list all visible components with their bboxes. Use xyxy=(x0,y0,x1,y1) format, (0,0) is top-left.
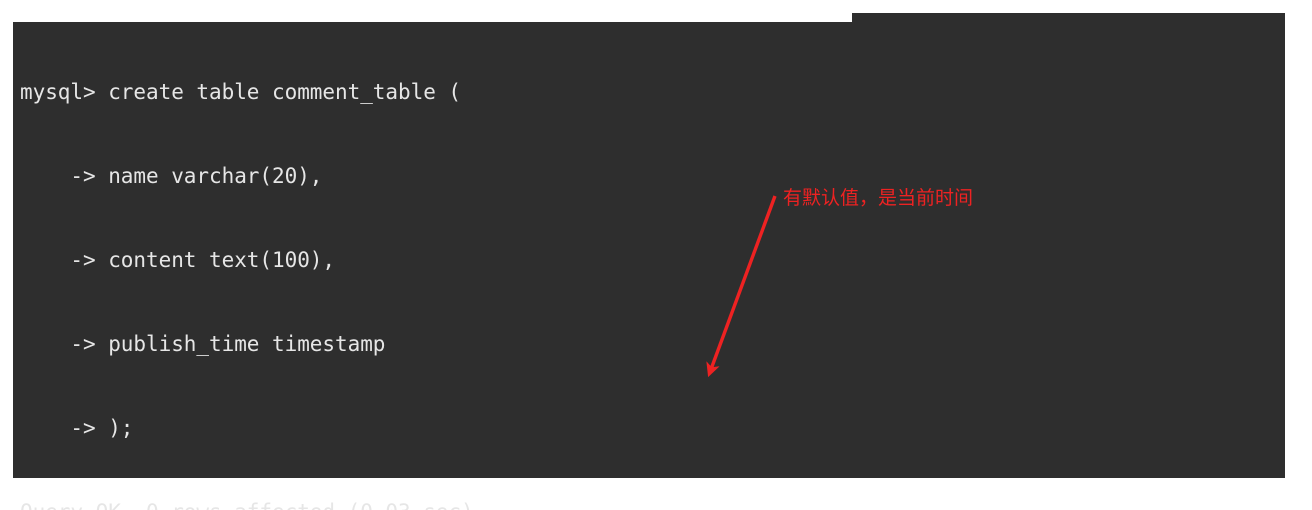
terminal-line: -> content text(100), xyxy=(20,248,336,272)
terminal-line: -> ); xyxy=(20,416,134,440)
terminal-line: -> name varchar(20), xyxy=(20,164,323,188)
terminal-output[interactable]: mysql> create table comment_table ( -> n… xyxy=(20,22,1282,510)
terminal-line: mysql> create table comment_table ( xyxy=(20,80,462,104)
screenshot-root: mysql> create table comment_table ( -> n… xyxy=(0,0,1312,510)
terminal-line: Query OK, 0 rows affected (0.03 sec) xyxy=(20,498,1282,510)
terminal-line: -> publish_time timestamp xyxy=(20,332,386,356)
